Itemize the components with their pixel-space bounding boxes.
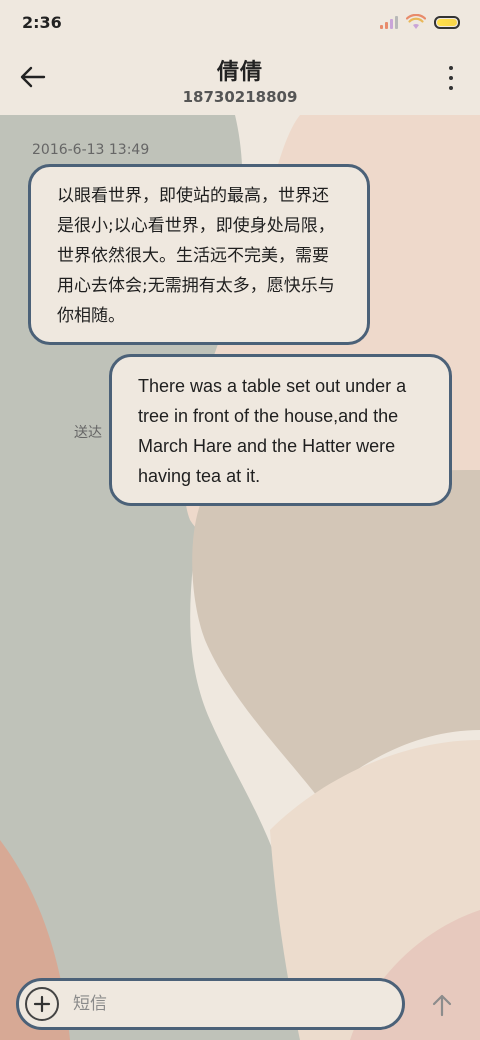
send-button[interactable] [428,990,456,1020]
plus-icon [33,995,51,1013]
delivery-status: 送达 [74,425,102,441]
battery-icon [434,15,460,29]
sms-input[interactable] [73,994,363,1014]
status-bar: 2:36 [0,0,480,44]
contact-phone: 18730218809 [182,88,298,106]
message-composer [16,978,405,1030]
wifi-icon [406,14,426,29]
more-options-button[interactable] [446,66,456,90]
message-timestamp: 2016-6-13 13:49 [32,142,150,158]
contact-name: 倩倩 [216,60,263,85]
conversation-header: 倩倩 18730218809 [0,44,480,114]
incoming-message-text: 以眼看世界，即使站的最高，世界还是很小;以心看世界，即使身处局限，世界依然很大。… [57,186,335,326]
outgoing-message-bubble[interactable]: There was a table set out under a tree i… [109,354,452,506]
signal-icon [380,15,398,29]
more-dot-icon [449,86,453,90]
contact-info: 倩倩 18730218809 [0,54,480,106]
outgoing-message-text: There was a table set out under a tree i… [138,376,407,486]
add-attachment-button[interactable] [25,987,59,1021]
incoming-message-bubble[interactable]: 以眼看世界，即使站的最高，世界还是很小;以心看世界，即使身处局限，世界依然很大。… [28,164,370,345]
arrow-up-icon [432,994,452,1017]
more-dot-icon [449,66,453,70]
status-icons [380,14,460,30]
status-time: 2:36 [22,12,62,32]
more-dot-icon [449,76,453,80]
